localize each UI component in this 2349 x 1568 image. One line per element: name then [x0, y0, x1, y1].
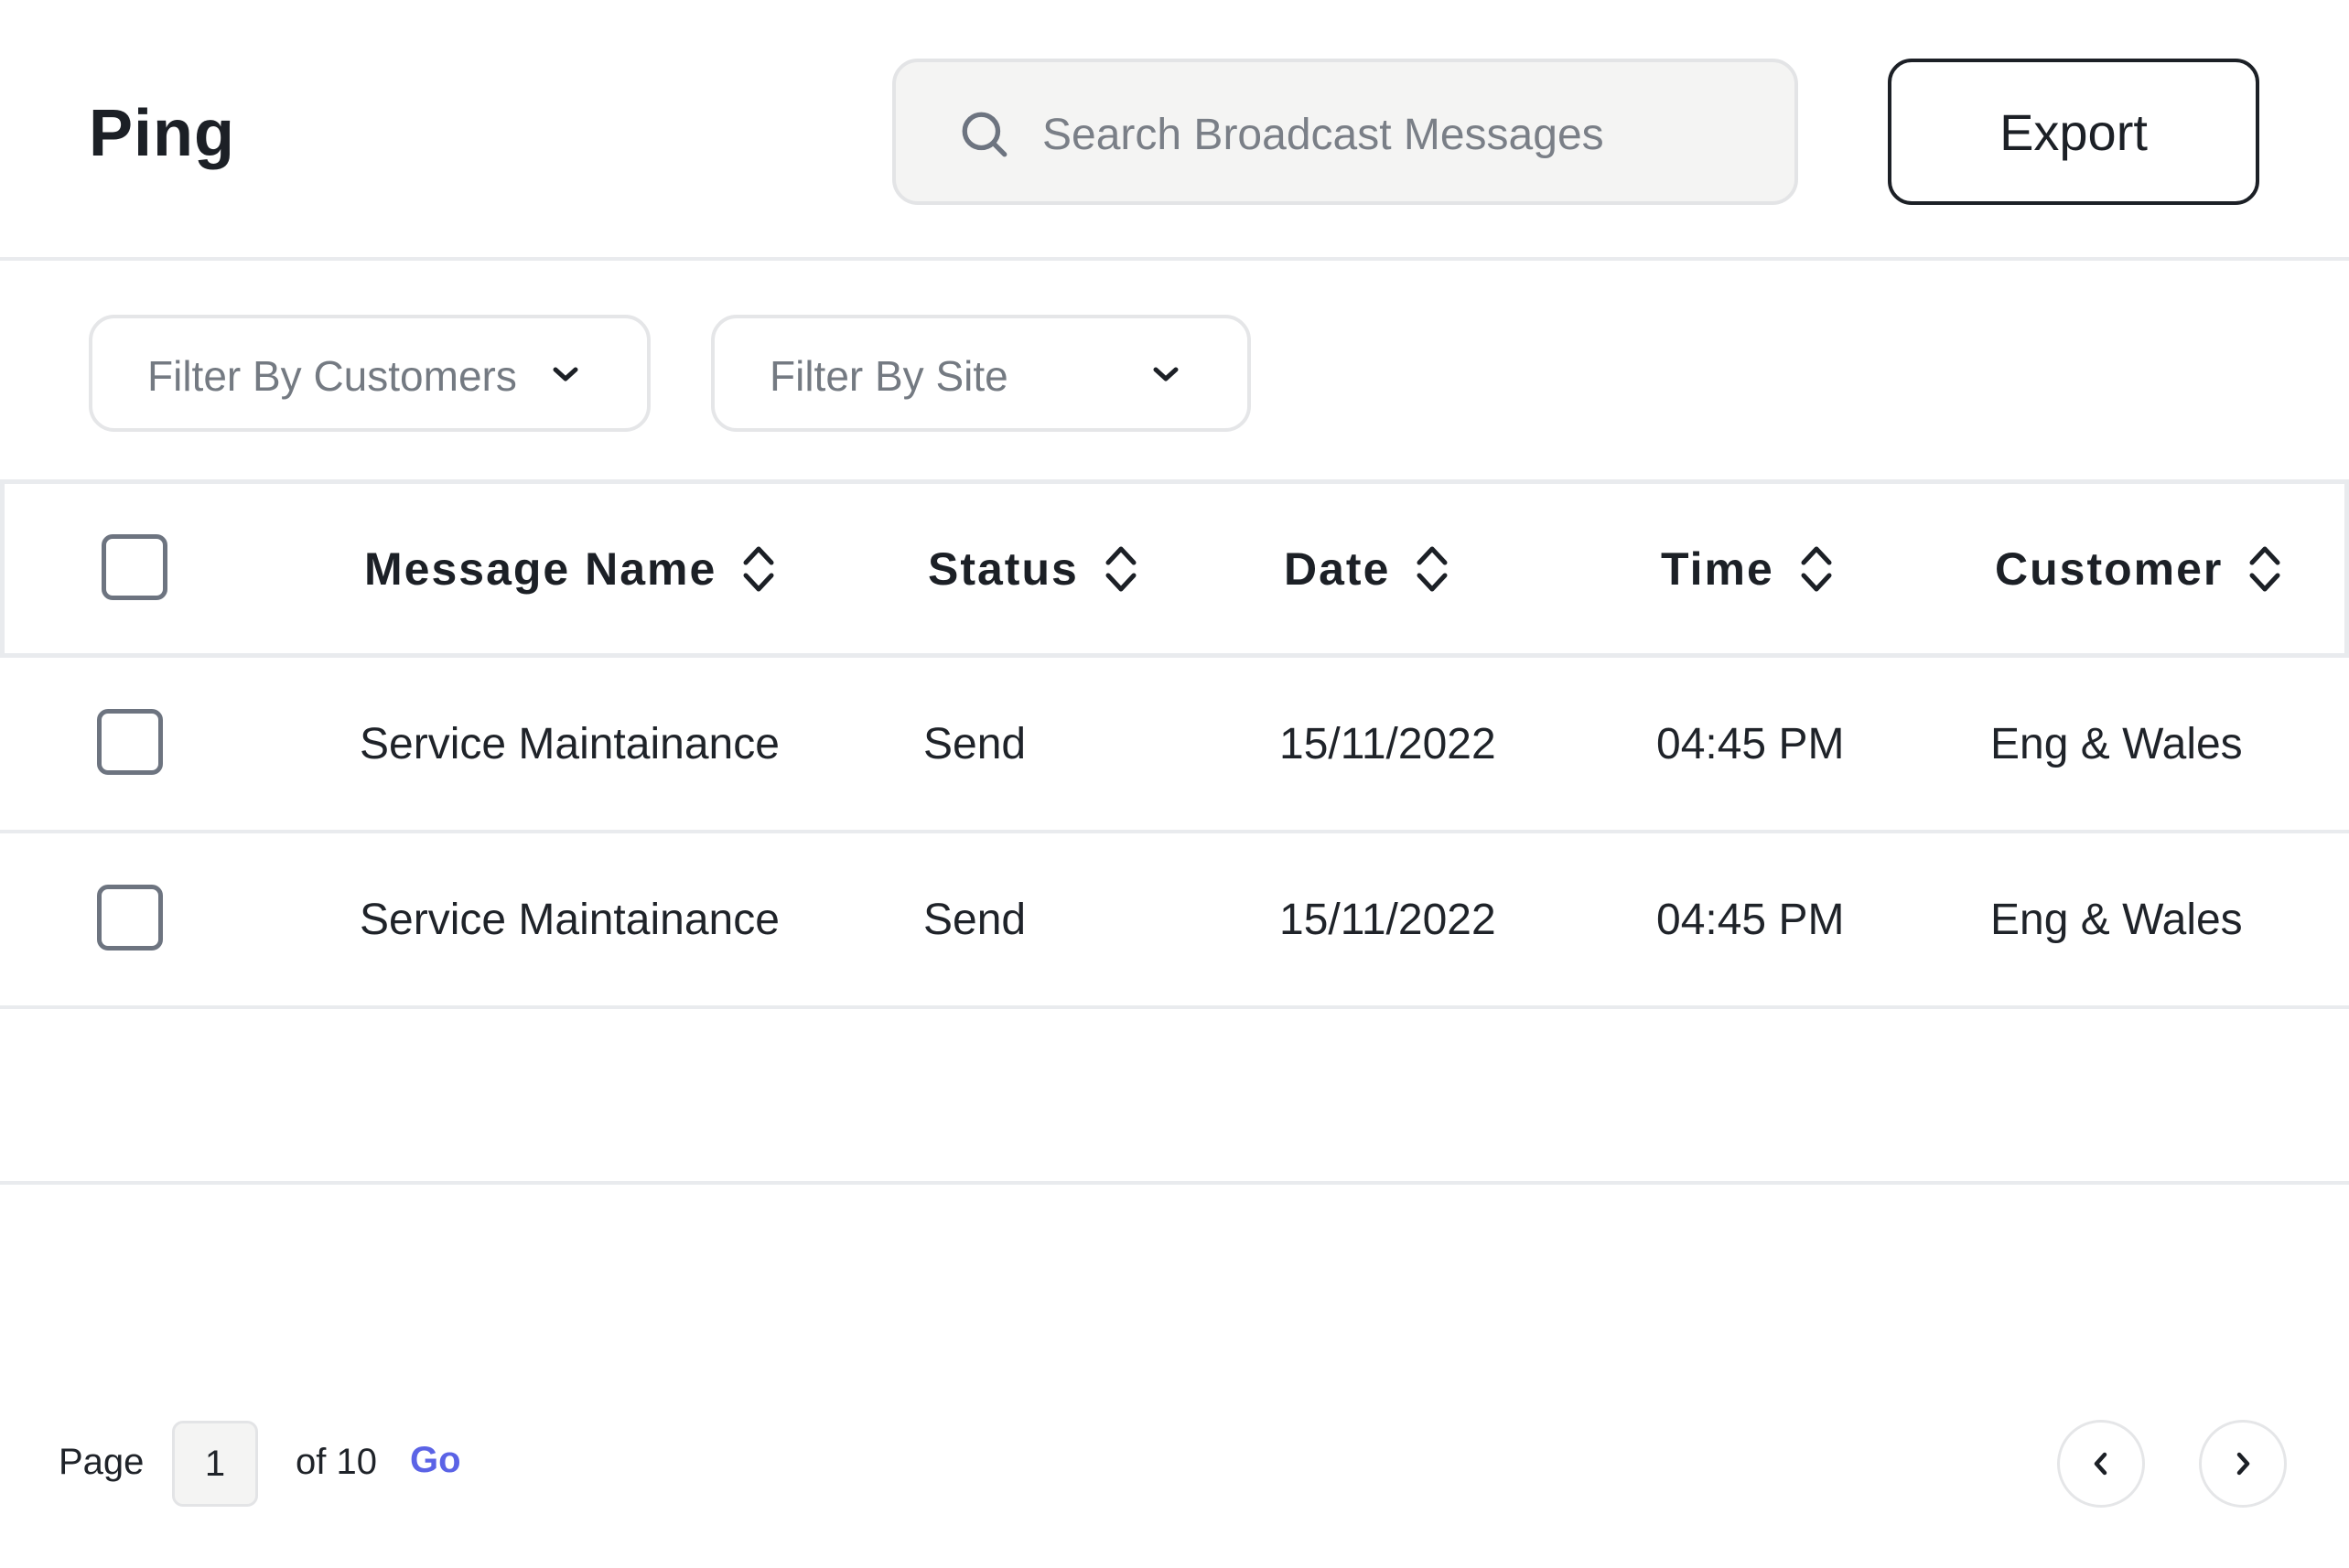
- export-button[interactable]: Export: [1888, 59, 2259, 205]
- next-page-button[interactable]: [2199, 1420, 2287, 1508]
- time-cell: 04:45 PM: [1656, 895, 1845, 944]
- column-label: Time: [1661, 542, 1774, 595]
- column-label: Customer: [1995, 542, 2224, 595]
- pagination: Page of 10 Go: [0, 1418, 2349, 1509]
- date-cell: 15/11/2022: [1279, 895, 1496, 944]
- column-header-customer[interactable]: Customer: [1995, 484, 2283, 653]
- page-header: Ping Export: [0, 0, 2349, 261]
- row-checkbox[interactable]: [97, 709, 163, 775]
- column-header-time[interactable]: Time: [1661, 484, 1835, 653]
- table-row[interactable]: Service Maintainance Send 15/11/2022 04:…: [0, 833, 2349, 1009]
- status-cell: Send: [923, 895, 1027, 944]
- sort-icon: [743, 546, 774, 591]
- column-header-message-name[interactable]: Message Name: [364, 484, 777, 653]
- go-button[interactable]: Go: [410, 1440, 461, 1481]
- empty-table-row: [0, 1009, 2349, 1185]
- total-pages-label: of 10: [296, 1442, 377, 1482]
- time-cell: 04:45 PM: [1656, 719, 1845, 768]
- sort-icon: [1801, 546, 1832, 591]
- filter-customers-label: Filter By Customers: [147, 352, 517, 400]
- page-label: Page: [59, 1442, 145, 1482]
- search-icon: [962, 112, 1007, 157]
- page-title: Ping: [89, 97, 235, 170]
- column-header-date[interactable]: Date: [1284, 484, 1450, 653]
- sort-icon: [1105, 546, 1137, 591]
- previous-page-button[interactable]: [2057, 1420, 2145, 1508]
- messages-table: Message Name Status Date Time Customer S…: [0, 479, 2349, 1185]
- filter-site-label: Filter By Site: [770, 352, 1008, 400]
- customer-cell: Eng & Wales: [1990, 895, 2243, 944]
- table-header-row: Message Name Status Date Time Customer: [0, 479, 2349, 658]
- search-box[interactable]: [892, 59, 1798, 205]
- search-input[interactable]: [1040, 90, 1758, 179]
- chevron-left-icon: [2094, 1452, 2107, 1476]
- table-row[interactable]: Service Maintainance Send 15/11/2022 04:…: [0, 658, 2349, 833]
- message-name-cell: Service Maintainance: [360, 895, 780, 944]
- filter-by-customers-dropdown[interactable]: Filter By Customers: [89, 315, 651, 432]
- date-cell: 15/11/2022: [1279, 719, 1496, 768]
- status-cell: Send: [923, 719, 1027, 768]
- column-label: Status: [928, 542, 1079, 595]
- customer-cell: Eng & Wales: [1990, 719, 2243, 768]
- sort-icon: [2249, 546, 2280, 591]
- page-number-input[interactable]: [172, 1421, 258, 1507]
- message-name-cell: Service Maintainance: [360, 719, 780, 768]
- select-all-checkbox[interactable]: [102, 533, 167, 600]
- column-label: Date: [1284, 542, 1391, 595]
- column-header-status[interactable]: Status: [928, 484, 1139, 653]
- row-checkbox[interactable]: [97, 885, 163, 950]
- sort-icon: [1417, 546, 1448, 591]
- chevron-down-icon: [1153, 367, 1179, 381]
- column-label: Message Name: [364, 542, 717, 595]
- chevron-down-icon: [553, 367, 578, 381]
- filter-by-site-dropdown[interactable]: Filter By Site: [711, 315, 1251, 432]
- chevron-right-icon: [2236, 1452, 2250, 1476]
